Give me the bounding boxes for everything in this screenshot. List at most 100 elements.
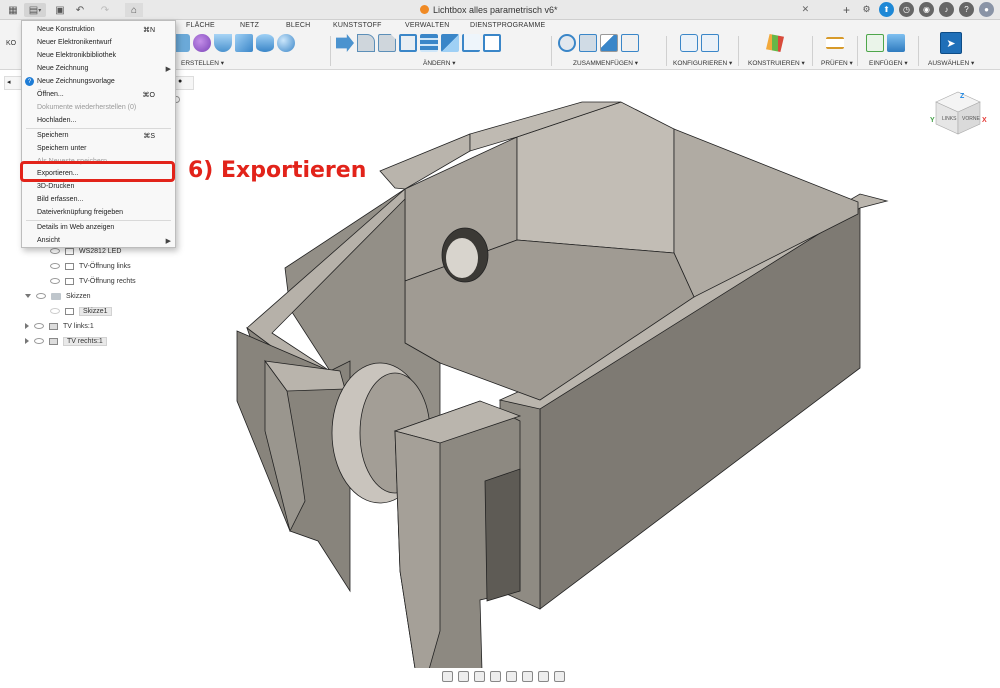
- undo-icon[interactable]: ↶: [73, 3, 87, 17]
- help-icon[interactable]: ?: [959, 2, 974, 17]
- insert-canvas-icon[interactable]: [887, 34, 905, 52]
- job-status-icon[interactable]: ◉: [919, 2, 934, 17]
- file-menu-button[interactable]: ▤ ▾: [24, 3, 46, 17]
- group-zusammenfuegen[interactable]: ZUSAMMENFÜGEN ▾: [573, 59, 638, 67]
- group-einfuegen[interactable]: EINFÜGEN ▾: [869, 59, 908, 67]
- viewports-icon[interactable]: [553, 670, 565, 682]
- visibility-eye-icon[interactable]: [50, 308, 60, 314]
- home-icon[interactable]: ⌂: [125, 3, 143, 17]
- menu-item-save-as[interactable]: Speichern unter: [22, 142, 175, 155]
- notifications-icon[interactable]: ♪: [939, 2, 954, 17]
- tree-row-folder[interactable]: Skizzen: [25, 290, 91, 302]
- offset-plane-icon[interactable]: [766, 34, 784, 52]
- look-at-icon[interactable]: [457, 670, 469, 682]
- workspace-switcher[interactable]: KO: [6, 40, 16, 47]
- select-cursor-icon[interactable]: ➤: [940, 32, 962, 54]
- menu-item-new-design[interactable]: Neue Konstruktion ⌘N: [22, 23, 175, 36]
- collapse-browser-icon[interactable]: ◂: [7, 78, 11, 86]
- zoom-icon[interactable]: [489, 670, 501, 682]
- tree-row[interactable]: TV-Öffnung links: [50, 260, 131, 272]
- sphere-icon[interactable]: [277, 34, 295, 52]
- group-auswaehlen[interactable]: AUSWÄHLEN ▾: [928, 59, 974, 67]
- menu-item-upload[interactable]: Hochladen...: [22, 114, 175, 127]
- zoom-window-icon[interactable]: [505, 670, 517, 682]
- grid-settings-icon[interactable]: [537, 670, 549, 682]
- measure-icon[interactable]: [826, 37, 844, 49]
- group-pruefen[interactable]: PRÜFEN ▾: [821, 59, 853, 67]
- document-tab[interactable]: Lichtbox alles parametrisch v6* ✕: [420, 4, 809, 15]
- group-konfigurieren[interactable]: KONFIGURIEREN ▾: [673, 59, 732, 67]
- expand-triangle-icon[interactable]: [25, 338, 29, 344]
- split-body-icon[interactable]: [420, 34, 438, 52]
- press-pull-icon[interactable]: [336, 34, 354, 52]
- tab-kunststoff[interactable]: KUNSTSTOFF: [333, 22, 382, 29]
- tree-row[interactable]: Skizze1: [50, 305, 112, 317]
- visibility-eye-icon[interactable]: [50, 248, 60, 254]
- tab-dienstprogramme[interactable]: DIENSTPROGRAMME: [470, 22, 545, 29]
- tab-flaeche[interactable]: FLÄCHE: [186, 22, 215, 29]
- visibility-eye-icon[interactable]: [50, 263, 60, 269]
- scale-icon[interactable]: [483, 34, 501, 52]
- group-konstruieren[interactable]: KONSTRUIEREN ▾: [748, 59, 805, 67]
- extensions-icon[interactable]: ⬆: [879, 2, 894, 17]
- visibility-eye-icon[interactable]: [34, 338, 44, 344]
- grid-apps-icon[interactable]: ▦: [6, 3, 20, 17]
- visibility-eye-icon[interactable]: [34, 323, 44, 329]
- form-icon[interactable]: [193, 34, 211, 52]
- chamfer-icon[interactable]: [378, 34, 396, 52]
- combine-icon[interactable]: [441, 34, 459, 52]
- divider: [738, 36, 739, 66]
- cylinder-icon[interactable]: [256, 34, 274, 52]
- joint-icon[interactable]: [558, 34, 576, 52]
- group-aendern[interactable]: ÄNDERN ▾: [423, 59, 456, 67]
- display-settings-icon[interactable]: [521, 670, 533, 682]
- menu-item-capture-image[interactable]: Bild erfassen...: [22, 193, 175, 206]
- menu-item-open[interactable]: Öffnen... ⌘O: [22, 88, 175, 101]
- parameters-icon[interactable]: [680, 34, 698, 52]
- tab-netz[interactable]: NETZ: [240, 22, 259, 29]
- redo-icon[interactable]: ↷: [98, 3, 112, 17]
- tab-verwalten[interactable]: VERWALTEN: [405, 22, 449, 29]
- align-icon[interactable]: [462, 34, 480, 52]
- recovery-icon[interactable]: ◷: [899, 2, 914, 17]
- new-component-assembly-icon[interactable]: [579, 34, 597, 52]
- orbit-icon[interactable]: [441, 670, 453, 682]
- new-tab-icon[interactable]: +: [839, 2, 854, 17]
- joint-origin-icon[interactable]: [621, 34, 639, 52]
- user-jobs-icon[interactable]: ⚙: [859, 2, 874, 17]
- expand-triangle-icon[interactable]: [25, 294, 31, 298]
- shell-icon[interactable]: [399, 34, 417, 52]
- pan-hand-icon[interactable]: [473, 670, 485, 682]
- box-icon[interactable]: [235, 34, 253, 52]
- avatar[interactable]: ●: [979, 2, 994, 17]
- viewcube[interactable]: LINKS VORNE Y X Z: [928, 88, 988, 144]
- menu-item-new-drawing[interactable]: Neue Zeichnung ▶: [22, 62, 175, 75]
- menu-item-view-details-on-web[interactable]: Details im Web anzeigen: [22, 221, 175, 234]
- visibility-eye-icon[interactable]: [36, 293, 46, 299]
- insert-derive-icon[interactable]: [866, 34, 884, 52]
- menu-item-recover-documents[interactable]: Dokumente wiederherstellen (0): [22, 101, 175, 114]
- configure-table-icon[interactable]: [701, 34, 719, 52]
- close-tab-icon[interactable]: ✕: [802, 4, 810, 15]
- tree-row-component[interactable]: TV links:1: [25, 320, 94, 332]
- menu-item-new-electronics-library[interactable]: Neue Elektronikbibliothek: [22, 49, 175, 62]
- menu-item-save[interactable]: Speichern ⌘S: [22, 129, 175, 142]
- menu-item-label: Neue Zeichnung: [37, 65, 89, 72]
- tree-label: WS2812 LED: [79, 247, 122, 255]
- visibility-eye-icon[interactable]: [50, 278, 60, 284]
- fillet-icon[interactable]: [357, 34, 375, 52]
- menu-item-share-public-link[interactable]: Dateiverknüpfung freigeben: [22, 206, 175, 219]
- menu-item-new-electronics-design[interactable]: Neuer Elektronikentwurf: [22, 36, 175, 49]
- tab-blech[interactable]: BLECH: [286, 22, 310, 29]
- group-erstellen[interactable]: ERSTELLEN ▾: [181, 59, 224, 67]
- extrude-icon[interactable]: [214, 34, 232, 52]
- expand-triangle-icon[interactable]: [25, 323, 29, 329]
- as-built-joint-icon[interactable]: [600, 34, 618, 52]
- browser-record-icon[interactable]: ●: [178, 78, 182, 85]
- menu-item-new-drawing-template[interactable]: ? Neue Zeichnungsvorlage: [22, 75, 175, 88]
- tree-row[interactable]: TV-Öffnung rechts: [50, 275, 136, 287]
- component-icon: [49, 322, 58, 330]
- menu-item-view[interactable]: Ansicht ▶: [22, 234, 175, 247]
- save-icon[interactable]: ▣: [53, 3, 67, 17]
- tree-row-component[interactable]: TV rechts:1: [25, 335, 107, 347]
